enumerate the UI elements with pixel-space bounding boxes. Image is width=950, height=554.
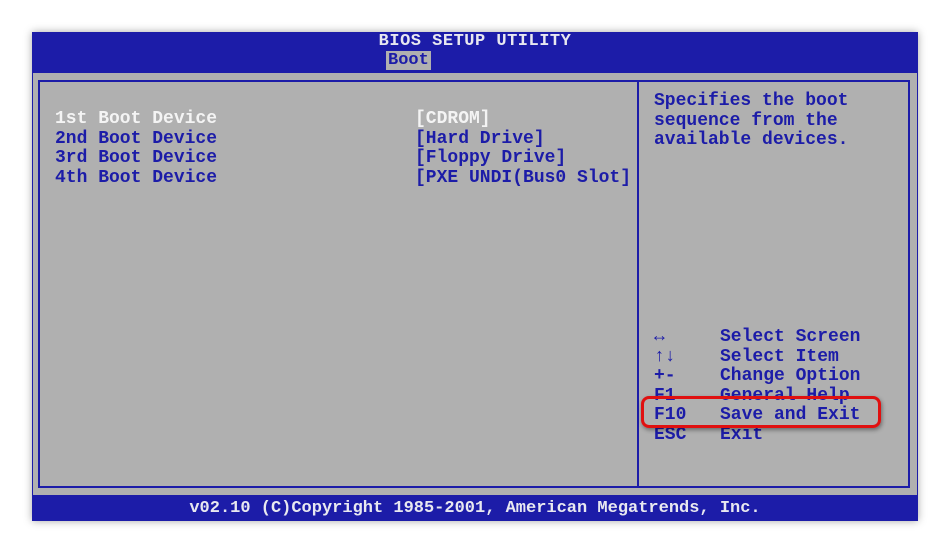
boot-device-row-4[interactable]: 4th Boot Device [PXE UNDI(Bus0 Slot] [55, 167, 631, 189]
device-label: 1st Boot Device [55, 109, 218, 129]
bios-screen: BIOS SETUP UTILITY Boot 1st Boot Device [… [32, 32, 918, 521]
device-value[interactable]: [CDROM] [415, 109, 491, 130]
device-label: 2nd Boot Device [55, 128, 218, 149]
boot-device-row-2[interactable]: 2nd Boot Device [Hard Drive] [55, 128, 545, 150]
save-exit-highlight-annotation [641, 396, 881, 428]
key-desc: Select Item [720, 346, 839, 367]
key-desc: Exit [720, 424, 764, 445]
key: ↔ [654, 327, 665, 347]
key-desc: Select Screen [720, 327, 861, 347]
bios-title: BIOS SETUP UTILITY [378, 32, 572, 51]
device-value[interactable]: [Hard Drive] [415, 129, 545, 150]
device-label: 3rd Boot Device [55, 148, 218, 169]
key: +- [654, 366, 676, 387]
boot-device-row-1[interactable]: 1st Boot Device [CDROM] [55, 109, 491, 130]
main-panel: 1st Boot Device [CDROM] 2nd Boot Device [H… [33, 73, 917, 495]
panel-divider [637, 82, 639, 486]
key-desc: Change Option [720, 366, 861, 387]
copyright-footer: v02.10 (C)Copyright 1985-2001, American … [189, 499, 761, 518]
key: ESC [654, 424, 687, 445]
tab-boot[interactable]: Boot [386, 51, 431, 70]
device-label: 4th Boot Device [55, 167, 218, 188]
key: ↑↓ [654, 346, 676, 367]
boot-device-row-3[interactable]: 3rd Boot Device [Floppy Drive] [55, 148, 566, 169]
device-value[interactable]: [Floppy Drive] [415, 149, 566, 169]
device-value[interactable]: [PXE UNDI(Bus0 Slot] [415, 168, 631, 189]
help-text: Specifies the boot sequence from the ava… [654, 91, 849, 151]
